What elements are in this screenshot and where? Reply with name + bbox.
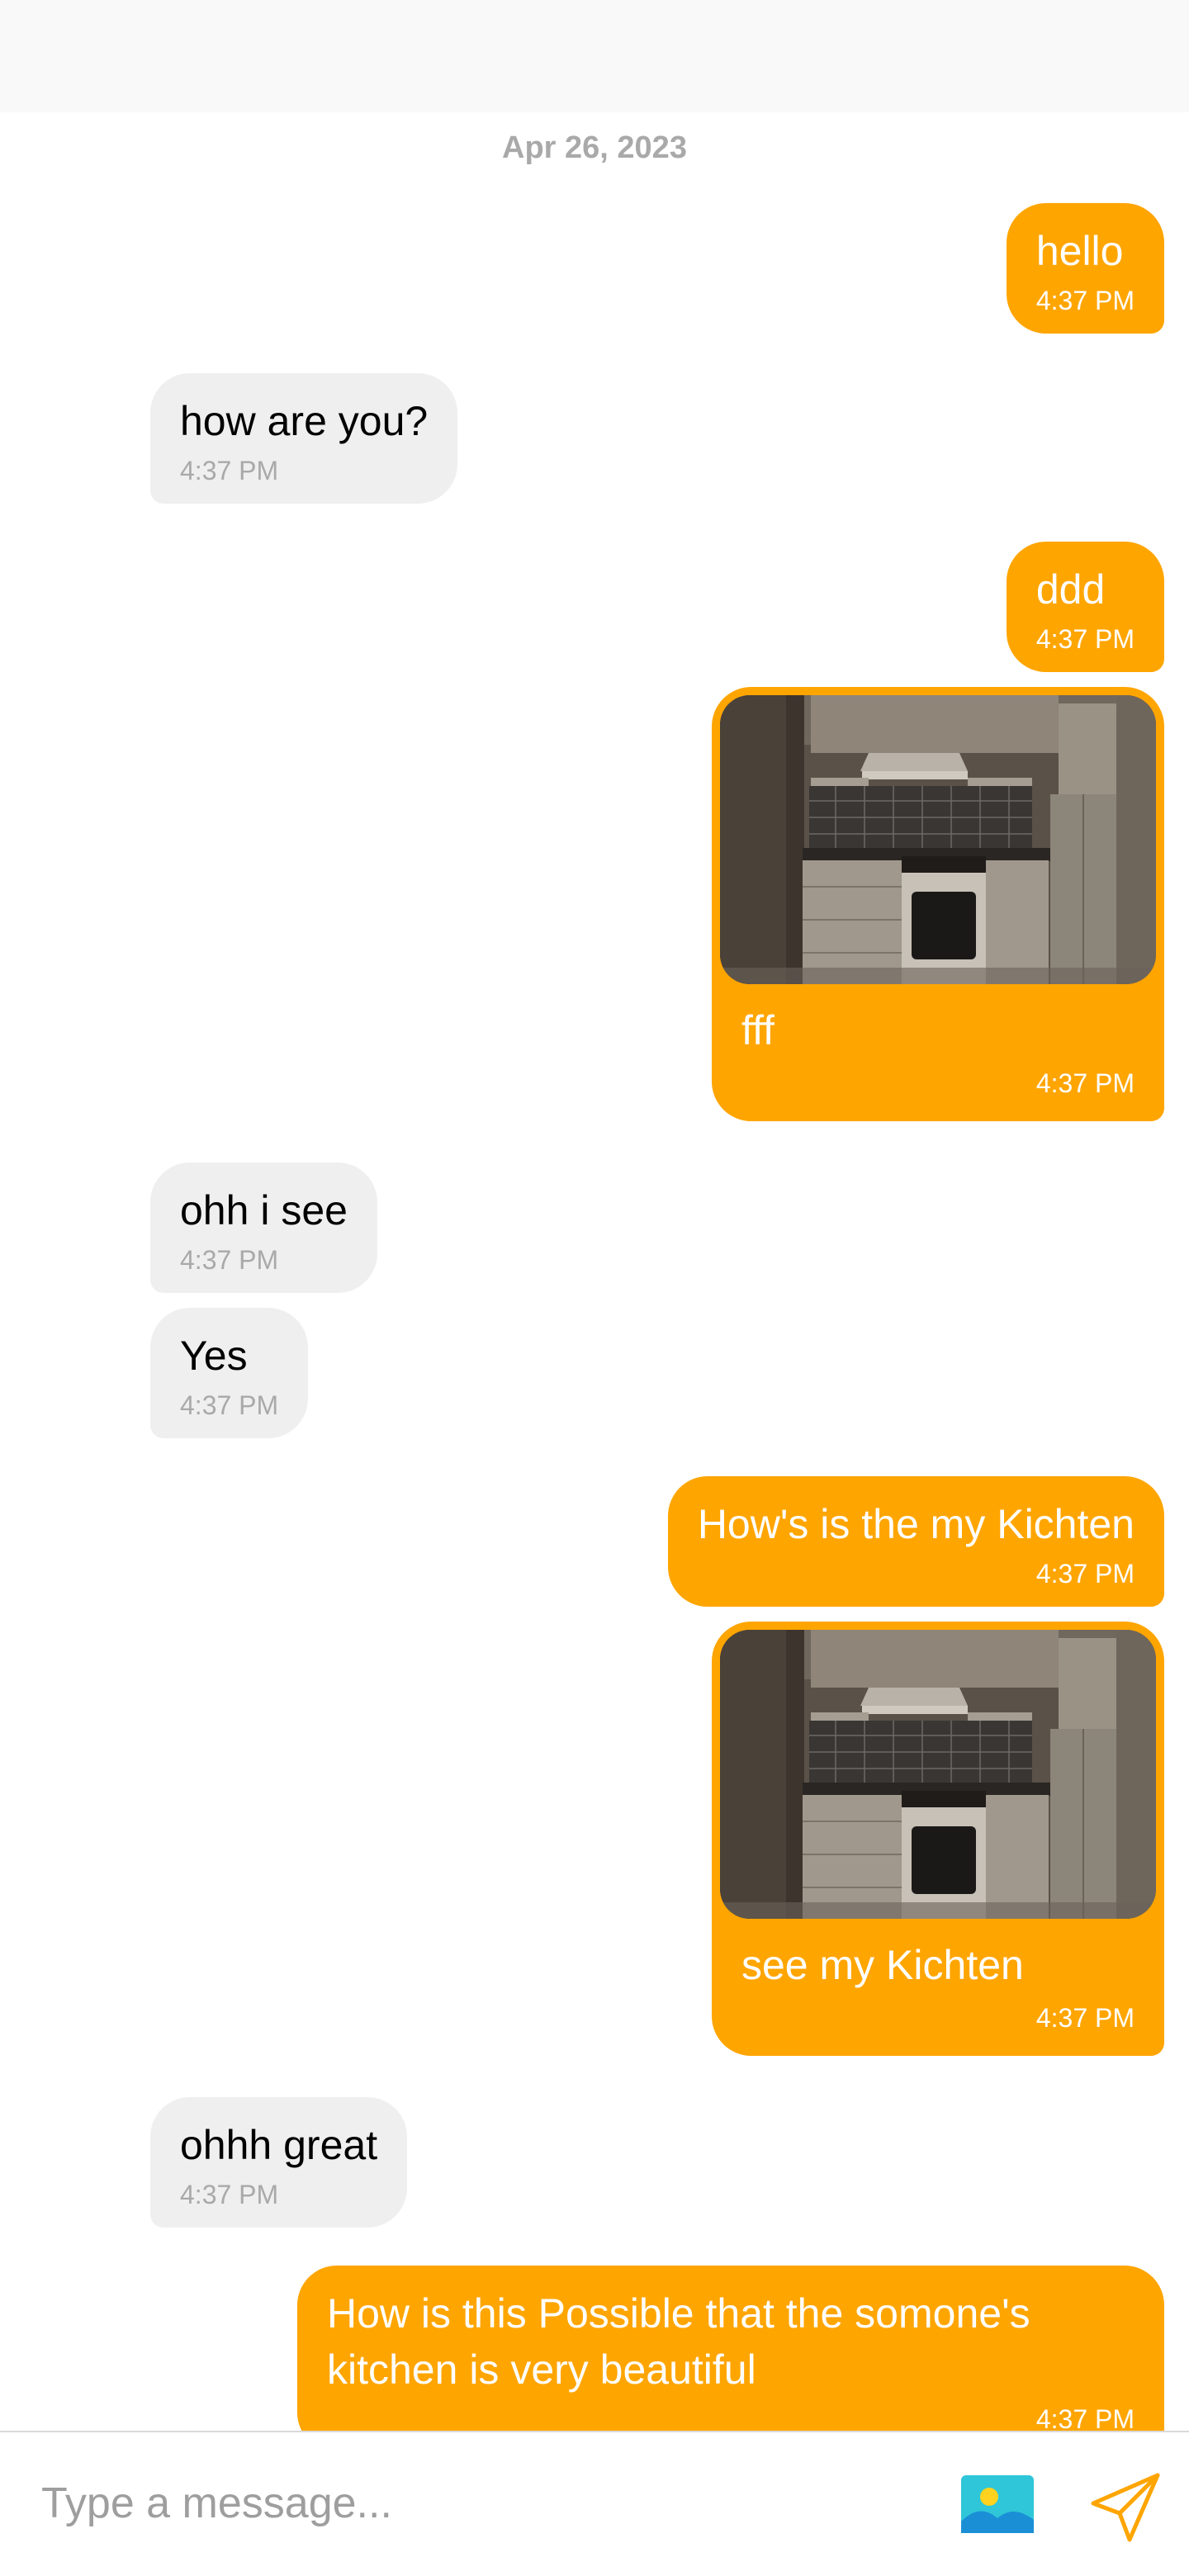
kitchen-photo[interactable] <box>720 695 1156 984</box>
image-message-bubble-outgoing[interactable]: fff 4:37 PM <box>712 687 1164 1121</box>
message-bubble-outgoing[interactable]: How is this Possible that the somone's k… <box>297 2266 1164 2452</box>
message-composer <box>0 2431 1189 2576</box>
message-bubble-incoming[interactable]: ohhh great 4:37 PM <box>150 2097 408 2228</box>
message-bubble-incoming[interactable]: how are you? 4:37 PM <box>150 373 458 504</box>
chat-screen: Apr 26, 2023 hello 4:37 PM how are you? … <box>0 0 1189 2576</box>
message-timestamp: 4:37 PM <box>1035 1559 1135 1589</box>
message-input[interactable] <box>40 2465 918 2541</box>
message-bubble-outgoing[interactable]: How's is the my Kichten 4:37 PM <box>667 1476 1164 1607</box>
date-separator: Apr 26, 2023 <box>502 130 687 165</box>
send-icon[interactable] <box>1088 2470 1163 2545</box>
image-gallery-icon[interactable] <box>961 2475 1034 2533</box>
message-bubble-incoming[interactable]: Yes 4:37 PM <box>150 1308 309 1438</box>
message-text: fff <box>741 1007 775 1054</box>
message-timestamp: 4:37 PM <box>1035 624 1135 654</box>
message-text: see my Kichten <box>741 1942 1024 1988</box>
message-timestamp: 4:37 PM <box>1035 286 1135 315</box>
kitchen-photo[interactable] <box>720 1630 1156 1919</box>
message-bubble-outgoing[interactable]: hello 4:37 PM <box>1006 203 1164 334</box>
message-bubble-outgoing[interactable]: ddd 4:37 PM <box>1006 542 1164 672</box>
message-timestamp: 4:37 PM <box>1035 1068 1135 1098</box>
image-message-bubble-outgoing[interactable]: see my Kichten 4:37 PM <box>712 1622 1164 2056</box>
message-text-line: kitchen is very beautiful <box>327 2346 756 2393</box>
top-app-bar <box>0 0 1189 112</box>
message-bubble-incoming[interactable]: ohh i see 4:37 PM <box>150 1163 377 1293</box>
message-text: hello <box>1035 228 1124 274</box>
message-timestamp: 4:37 PM <box>180 1245 279 1275</box>
message-timestamp: 4:37 PM <box>180 2180 279 2209</box>
message-text: Yes <box>180 1333 248 1379</box>
message-text: ohh i see <box>180 1187 348 1234</box>
message-text: ohhh great <box>180 2122 378 2168</box>
message-text: how are you? <box>180 398 429 444</box>
message-text-line: How is this Possible that the somone's <box>327 2290 1030 2337</box>
message-text: ddd <box>1035 566 1106 613</box>
message-timestamp: 4:37 PM <box>180 456 279 485</box>
message-timestamp: 4:37 PM <box>1035 2003 1135 2033</box>
message-text: How's is the my Kichten <box>697 1501 1135 1547</box>
message-timestamp: 4:37 PM <box>180 1390 279 1420</box>
